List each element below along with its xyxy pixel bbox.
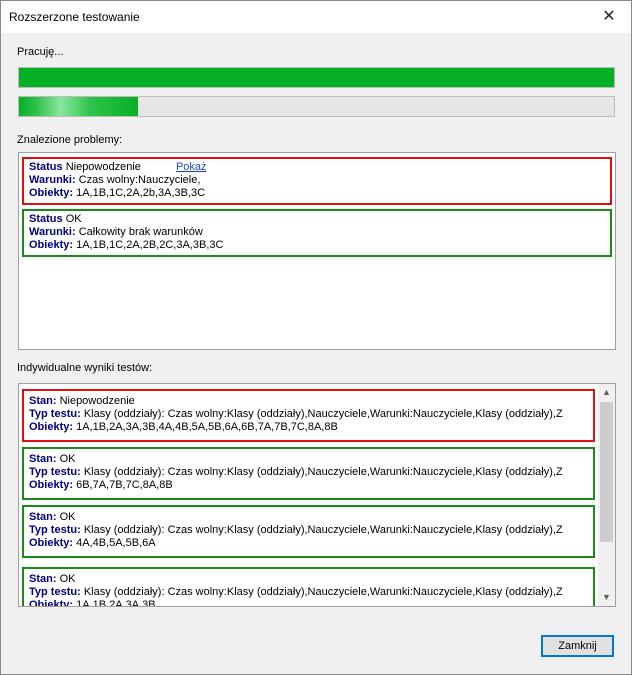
problem-status-row: Status Niepowodzenie Pokaż	[29, 161, 605, 174]
result-type-row: Typ testu: Klasy (oddziały): Czas wolny:…	[29, 466, 588, 479]
state-value: Niepowodzenie	[59, 395, 135, 407]
result-card: Stan: OK Typ testu: Klasy (oddziały): Cz…	[22, 447, 595, 500]
result-state-row: Stan: Niepowodzenie	[29, 395, 588, 408]
result-type-row: Typ testu: Klasy (oddziały): Czas wolny:…	[29, 586, 588, 599]
type-value: Klasy (oddziały): Czas wolny:Klasy (oddz…	[83, 586, 563, 598]
state-key: Stan:	[29, 511, 57, 523]
state-key: Stan:	[29, 395, 57, 407]
problem-status-row: Status OK	[29, 213, 605, 226]
conditions-value: Czas wolny:Nauczyciele,	[78, 174, 201, 186]
status-key: Status	[29, 161, 63, 173]
state-value: OK	[59, 453, 76, 465]
result-card: Stan: OK Typ testu: Klasy (oddziały): Cz…	[22, 567, 595, 607]
found-problems-label: Znalezione problemy:	[17, 134, 123, 146]
individual-results-label: Indywidualne wyniki testów:	[17, 362, 153, 374]
problem-objects-row: Obiekty: 1A,1B,1C,2A,2b,3A,3B,3C	[29, 187, 605, 200]
objects-value: 1A,1B,1C,2A,2b,3A,3B,3C	[76, 187, 206, 199]
status-value: OK	[65, 213, 82, 225]
close-icon[interactable]: ✕	[599, 7, 619, 27]
problem-card: Status OK Warunki: Całkowity brak warunk…	[22, 209, 612, 257]
type-value: Klasy (oddziały): Czas wolny:Klasy (oddz…	[83, 466, 563, 478]
dialog-window: Rozszerzone testowanie ✕ Pracuję... Znal…	[0, 0, 632, 675]
objects-key: Obiekty:	[29, 479, 74, 491]
objects-value: 4A,4B,5A,5B,6A	[76, 537, 156, 549]
scroll-up-icon[interactable]: ▲	[598, 384, 615, 401]
current-progress-fill	[19, 97, 138, 116]
objects-value: 1A,1B,1C,2A,2B,2C,3A,3B,3C	[76, 239, 224, 251]
scroll-down-icon[interactable]: ▼	[598, 589, 615, 606]
result-state-row: Stan: OK	[29, 573, 588, 586]
objects-value: 1A,1B,2A,3A,3B	[76, 599, 156, 607]
result-objects-row: Obiekty: 1A,1B,2A,3A,3B,4A,4B,5A,5B,6A,6…	[29, 421, 588, 434]
result-type-row: Typ testu: Klasy (oddziały): Czas wolny:…	[29, 408, 588, 421]
objects-key: Obiekty:	[29, 421, 74, 433]
state-value: OK	[59, 511, 76, 523]
state-key: Stan:	[29, 453, 57, 465]
window-title: Rozszerzone testowanie	[9, 10, 140, 24]
objects-key: Obiekty:	[29, 239, 74, 251]
objects-value: 6B,7A,7B,7C,8A,8B	[76, 479, 173, 491]
conditions-value: Całkowity brak warunków	[78, 226, 203, 238]
problem-conditions-row: Warunki: Całkowity brak warunków	[29, 226, 605, 239]
problem-card: Status Niepowodzenie Pokaż Warunki: Czas…	[22, 157, 612, 205]
result-objects-row: Obiekty: 4A,4B,5A,5B,6A	[29, 537, 588, 550]
result-card: Stan: Niepowodzenie Typ testu: Klasy (od…	[22, 389, 595, 442]
result-type-row: Typ testu: Klasy (oddziały): Czas wolny:…	[29, 524, 588, 537]
objects-key: Obiekty:	[29, 537, 74, 549]
problem-conditions-row: Warunki: Czas wolny:Nauczyciele,	[29, 174, 605, 187]
objects-value: 1A,1B,2A,3A,3B,4A,4B,5A,5B,6A,6B,7A,7B,7…	[76, 421, 338, 433]
type-key: Typ testu:	[29, 586, 81, 598]
individual-results-list[interactable]: Stan: Niepowodzenie Typ testu: Klasy (od…	[18, 383, 616, 607]
results-scrollbar[interactable]: ▲ ▼	[598, 384, 615, 606]
result-state-row: Stan: OK	[29, 511, 588, 524]
problem-objects-row: Obiekty: 1A,1B,1C,2A,2B,2C,3A,3B,3C	[29, 239, 605, 252]
type-key: Typ testu:	[29, 524, 81, 536]
result-objects-row: Obiekty: 6B,7A,7B,7C,8A,8B	[29, 479, 588, 492]
status-label: Pracuję...	[17, 46, 64, 58]
result-state-row: Stan: OK	[29, 453, 588, 466]
type-key: Typ testu:	[29, 408, 81, 420]
status-key: Status	[29, 213, 63, 225]
scroll-thumb[interactable]	[600, 402, 613, 542]
result-objects-row: Obiekty: 1A,1B,2A,3A,3B	[29, 599, 588, 607]
state-value: OK	[59, 573, 76, 585]
state-key: Stan:	[29, 573, 57, 585]
type-value: Klasy (oddziały): Czas wolny:Klasy (oddz…	[83, 524, 563, 536]
conditions-key: Warunki:	[29, 174, 76, 186]
show-link[interactable]: Pokaż	[176, 161, 207, 173]
found-problems-list[interactable]: Status Niepowodzenie Pokaż Warunki: Czas…	[18, 152, 616, 350]
title-bar: Rozszerzone testowanie ✕	[1, 1, 631, 33]
overall-progress-fill	[19, 68, 614, 87]
type-value: Klasy (oddziały): Czas wolny:Klasy (oddz…	[83, 408, 563, 420]
status-value: Niepowodzenie	[65, 161, 141, 173]
close-button[interactable]: Zamknij	[541, 635, 614, 657]
current-progress-bar	[18, 96, 615, 117]
objects-key: Obiekty:	[29, 187, 74, 199]
result-card: Stan: OK Typ testu: Klasy (oddziały): Cz…	[22, 505, 595, 558]
conditions-key: Warunki:	[29, 226, 76, 238]
objects-key: Obiekty:	[29, 599, 74, 607]
overall-progress-bar	[18, 67, 615, 88]
type-key: Typ testu:	[29, 466, 81, 478]
